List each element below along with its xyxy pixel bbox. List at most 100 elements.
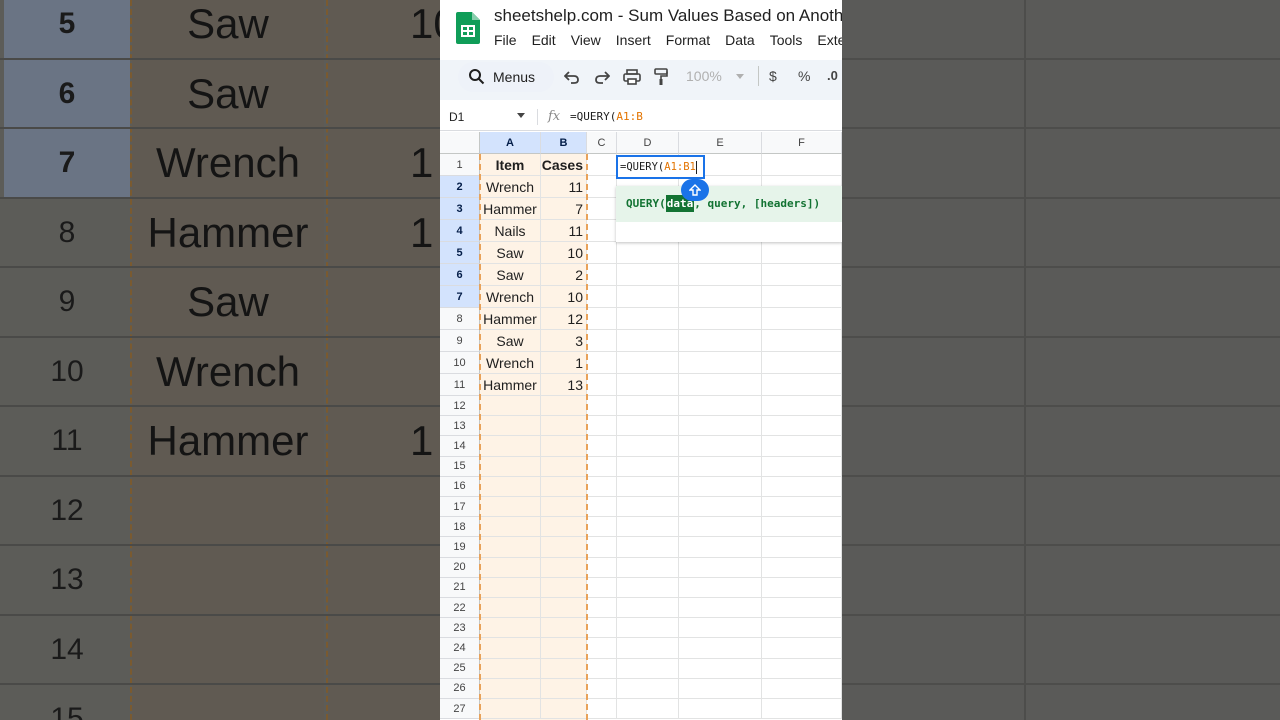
cell-empty[interactable] <box>587 436 617 457</box>
cell-empty[interactable] <box>587 330 617 352</box>
cell-empty[interactable] <box>587 242 617 264</box>
menu-data[interactable]: Data <box>725 32 755 48</box>
cell-cases[interactable] <box>541 699 587 720</box>
cell-item[interactable] <box>480 618 541 639</box>
cell-empty[interactable] <box>762 374 842 396</box>
cell-item[interactable] <box>480 658 541 679</box>
cell-empty[interactable] <box>617 537 679 558</box>
row-header[interactable]: 10 <box>440 352 480 374</box>
cell-cases[interactable] <box>541 577 587 598</box>
cell-empty[interactable] <box>762 618 842 639</box>
currency-format-button[interactable]: $ <box>769 68 777 84</box>
row-header[interactable]: 15 <box>440 456 480 477</box>
cell-empty[interactable] <box>679 577 762 598</box>
cursor-drag-handle[interactable] <box>681 179 709 201</box>
cell-cases[interactable] <box>541 456 587 477</box>
cell-empty[interactable] <box>587 176 617 198</box>
cell-cases[interactable] <box>541 638 587 659</box>
cell-cases[interactable] <box>541 598 587 619</box>
cell-empty[interactable] <box>762 436 842 457</box>
cell-empty[interactable] <box>679 517 762 538</box>
cell-empty[interactable] <box>587 517 617 538</box>
cell-empty[interactable] <box>587 198 617 220</box>
row-header[interactable]: 11 <box>440 374 480 396</box>
row-header[interactable]: 13 <box>440 416 480 437</box>
cell-cases[interactable]: 11 <box>541 220 587 242</box>
cell-empty[interactable] <box>617 416 679 437</box>
cell-empty[interactable] <box>679 557 762 578</box>
cell-empty[interactable] <box>617 658 679 679</box>
cell-item[interactable] <box>480 557 541 578</box>
cell-empty[interactable] <box>762 638 842 659</box>
column-header-d[interactable]: D <box>617 132 679 154</box>
cell-item[interactable]: Wrench <box>480 352 541 374</box>
cell-empty[interactable] <box>762 330 842 352</box>
cell-item[interactable]: Saw <box>480 330 541 352</box>
cell-empty[interactable] <box>617 699 679 720</box>
menu-tools[interactable]: Tools <box>770 32 803 48</box>
row-header[interactable]: 5 <box>440 242 480 264</box>
cell-empty[interactable] <box>617 330 679 352</box>
menu-format[interactable]: Format <box>666 32 710 48</box>
cell-empty[interactable] <box>762 416 842 437</box>
cell-empty[interactable] <box>617 308 679 330</box>
cell-empty[interactable] <box>587 537 617 558</box>
cell-empty[interactable] <box>762 456 842 477</box>
cell-empty[interactable] <box>587 638 617 659</box>
formula-hint-popup[interactable]: QUERY(data, query, [headers]) <box>616 186 842 242</box>
cell-cases[interactable]: 3 <box>541 330 587 352</box>
cell-empty[interactable] <box>617 436 679 457</box>
row-header[interactable]: 20 <box>440 557 480 578</box>
row-header[interactable]: 14 <box>440 436 480 457</box>
row-header[interactable]: 2 <box>440 176 480 198</box>
row-header[interactable]: 16 <box>440 476 480 497</box>
cell-empty[interactable] <box>587 396 617 417</box>
cell-empty[interactable] <box>679 598 762 619</box>
cell-item[interactable] <box>480 577 541 598</box>
cell-item[interactable] <box>480 699 541 720</box>
cell-empty[interactable] <box>617 476 679 497</box>
name-box[interactable]: D1 <box>449 110 464 124</box>
zoom-select[interactable]: 100% <box>686 68 722 84</box>
cell-empty[interactable] <box>679 699 762 720</box>
cell-empty[interactable] <box>587 154 617 176</box>
row-header[interactable]: 9 <box>440 330 480 352</box>
cell-cases[interactable] <box>541 497 587 518</box>
cell-empty[interactable] <box>587 658 617 679</box>
cell-empty[interactable] <box>617 618 679 639</box>
cell-empty[interactable] <box>617 286 679 308</box>
cell-empty[interactable] <box>587 497 617 518</box>
cell-item[interactable]: Wrench <box>480 176 541 198</box>
row-header[interactable]: 23 <box>440 618 480 639</box>
name-box-chevron-down-icon[interactable] <box>517 113 525 118</box>
cell-empty[interactable] <box>762 598 842 619</box>
cell-empty[interactable] <box>762 557 842 578</box>
cell-item[interactable] <box>480 497 541 518</box>
cell-empty[interactable] <box>762 678 842 699</box>
row-header[interactable]: 12 <box>440 396 480 417</box>
paint-format-icon[interactable] <box>654 68 668 86</box>
cell-empty[interactable] <box>679 456 762 477</box>
cell-empty[interactable] <box>587 220 617 242</box>
cell-item[interactable]: Hammer <box>480 308 541 330</box>
row-header[interactable]: 21 <box>440 577 480 598</box>
cell-empty[interactable] <box>617 577 679 598</box>
cell-empty[interactable] <box>679 476 762 497</box>
cell-empty[interactable] <box>617 242 679 264</box>
cell-item[interactable]: Hammer <box>480 198 541 220</box>
cell-empty[interactable] <box>617 456 679 477</box>
cell-empty[interactable] <box>587 678 617 699</box>
menus-search-button[interactable]: Menus <box>458 62 554 92</box>
cell-empty[interactable] <box>587 416 617 437</box>
row-header[interactable]: 24 <box>440 638 480 659</box>
cell-empty[interactable] <box>587 598 617 619</box>
cell-empty[interactable] <box>679 286 762 308</box>
cell-cases[interactable] <box>541 416 587 437</box>
cell-cases[interactable] <box>541 476 587 497</box>
menu-insert[interactable]: Insert <box>616 32 651 48</box>
select-all-corner[interactable] <box>440 132 480 154</box>
cell-empty[interactable] <box>762 658 842 679</box>
cell-empty[interactable] <box>617 497 679 518</box>
cell-cases[interactable] <box>541 658 587 679</box>
menu-file[interactable]: File <box>494 32 517 48</box>
